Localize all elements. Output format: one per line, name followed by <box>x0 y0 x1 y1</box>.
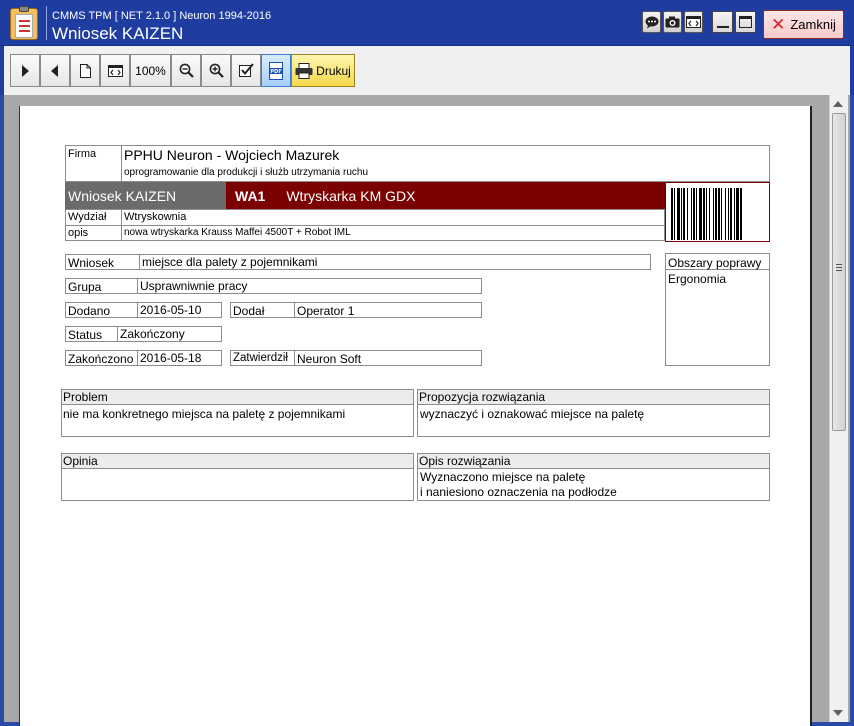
vertical-scrollbar[interactable] <box>829 95 848 722</box>
firma-label: Firma <box>68 148 97 160</box>
dodal-value: Operator 1 <box>297 304 355 318</box>
opinia-label: Opinia <box>62 454 413 469</box>
zoom-out-button[interactable] <box>171 54 201 87</box>
page-icon <box>79 63 91 78</box>
toolbar: 100% PDF Drukuj <box>0 46 854 95</box>
barcode <box>671 188 763 240</box>
zoom-label: 100% <box>135 63 166 78</box>
title-bar: CMMS TPM [ NET 2.1.0 ] Neuron 1994-2016 … <box>0 0 854 46</box>
close-button[interactable]: ✕ Zamknij <box>763 10 844 39</box>
dodano-label: Dodano <box>68 304 111 318</box>
barcode-bar <box>742 188 743 240</box>
checkbox-checked-icon <box>238 63 254 77</box>
close-x-icon: ✕ <box>771 15 786 34</box>
propozycja-label: Propozycja rozwiązania <box>418 390 769 405</box>
status-label: Status <box>68 328 103 342</box>
opis-label: opis <box>68 227 89 239</box>
clipboard-icon <box>10 6 38 40</box>
pdf-icon: PDF <box>269 61 283 80</box>
propozycja-value: wyznaczyć i oznakować miejsce na paletę <box>420 407 645 421</box>
prev-page-button[interactable] <box>40 54 70 87</box>
report-page: Firma PPHU Neuron - Wojciech Mazurek opr… <box>19 106 812 726</box>
opis-value: nowa wtryskarka Krauss Maffei 4500T + Ro… <box>124 227 351 238</box>
pdf-button[interactable]: PDF <box>261 54 291 87</box>
check-button[interactable] <box>231 54 261 87</box>
zakonczono-value: 2016-05-18 <box>140 351 202 365</box>
close-button-label: Zamknij <box>790 17 836 32</box>
grupa-box <box>65 278 482 294</box>
obszary-value: Ergonomia <box>668 272 727 286</box>
scroll-up-icon[interactable] <box>833 101 843 107</box>
printer-icon <box>295 62 313 79</box>
next-page-button[interactable] <box>10 54 40 87</box>
machine-name: Wtryskarka KM GDX <box>286 187 416 204</box>
company-description: oprogramowanie dla produkcji i służb utr… <box>124 167 369 178</box>
wydzial-label: Wydział <box>68 211 107 223</box>
svg-text:PDF: PDF <box>270 69 281 75</box>
scrollbar-thumb[interactable] <box>832 113 846 431</box>
problem-label: Problem <box>62 390 413 405</box>
grupa-value: Usprawniwnie pracy <box>140 279 248 293</box>
dodano-value: 2016-05-10 <box>140 303 202 317</box>
report-viewer[interactable]: Firma PPHU Neuron - Wojciech Mazurek opr… <box>4 95 850 726</box>
code-view-button[interactable] <box>100 54 130 87</box>
machine-code: WA1 <box>235 187 266 204</box>
zatwierdzil-value: Neuron Soft <box>297 352 362 366</box>
status-value: Zakończony <box>120 327 185 341</box>
problem-value: nie ma konkretnego miejsca na paletę z p… <box>63 407 346 421</box>
code-window-icon[interactable] <box>684 11 703 33</box>
zakonczono-label: Zakończono <box>68 352 134 366</box>
zoom-in-icon <box>209 63 224 78</box>
print-label: Drukuj <box>316 63 351 78</box>
company-name: PPHU Neuron - Wojciech Mazurek <box>124 147 340 163</box>
dodal-box <box>230 302 482 318</box>
opis-rozwiazania-line-1: Wyznaczono miejsce na paletę <box>420 470 586 484</box>
scroll-down-icon[interactable] <box>833 710 843 716</box>
window-title: Wniosek KAIZEN <box>52 24 184 43</box>
dodal-label: Dodał <box>233 304 265 318</box>
wniosek-value: miejsce dla palety z pojemnikami <box>142 255 318 269</box>
wydzial-value: Wtryskownia <box>124 211 187 223</box>
document-type: Wniosek KAIZEN <box>68 187 177 204</box>
maximize-icon[interactable] <box>735 11 756 33</box>
grupa-label: Grupa <box>68 280 102 294</box>
zoom-100-button[interactable]: 100% <box>130 54 171 87</box>
print-button[interactable]: Drukuj <box>291 54 355 87</box>
obszary-label: Obszary poprawy <box>668 256 762 270</box>
wniosek-label: Wniosek <box>68 256 115 270</box>
zoom-out-icon <box>179 63 194 78</box>
play-left-icon <box>51 64 58 77</box>
new-page-button[interactable] <box>70 54 100 87</box>
code-window-icon <box>107 64 123 77</box>
chat-icon[interactable] <box>642 11 661 33</box>
camera-icon[interactable] <box>663 11 682 33</box>
app-name: CMMS TPM [ NET 2.1.0 ] Neuron 1994-2016 <box>52 10 272 22</box>
opis-rozwiazania-line-2: i naniesiono oznaczenia na podłodze <box>420 485 617 499</box>
minimize-icon[interactable] <box>712 11 733 33</box>
play-right-icon <box>22 64 29 77</box>
zatwierdzil-label: Zatwierdził <box>233 352 288 364</box>
document-type-band: Wniosek KAIZEN <box>65 182 226 209</box>
zoom-in-button[interactable] <box>201 54 231 87</box>
opis-rozwiazania-label: Opis rozwiązania <box>418 454 769 469</box>
opinia-box: Opinia <box>61 453 414 501</box>
